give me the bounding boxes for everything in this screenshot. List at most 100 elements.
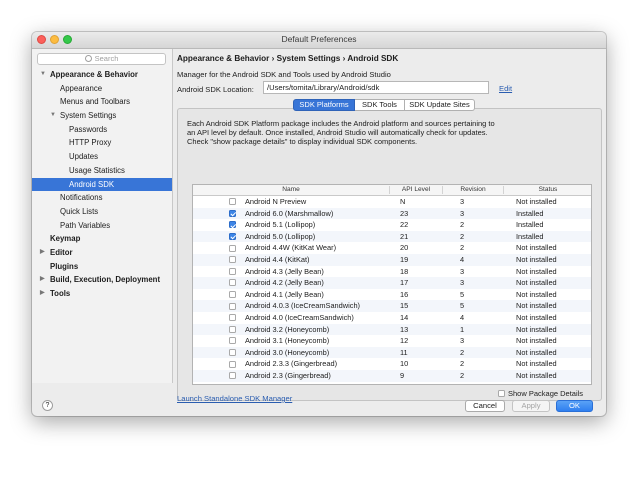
sidebar-item-plugins[interactable]: Plugins: [32, 260, 172, 274]
sidebar-item-passwords[interactable]: Passwords: [32, 123, 172, 137]
revision: 3: [460, 266, 465, 276]
tab-sdk-update-sites[interactable]: SDK Update Sites: [405, 99, 475, 111]
api-level: 12: [400, 336, 409, 346]
cancel-button[interactable]: Cancel: [465, 400, 505, 412]
table-row[interactable]: Android 3.0 (Honeycomb) 11 2 Not installed: [193, 346, 591, 359]
sidebar-item-appearance[interactable]: Appearance: [32, 82, 172, 96]
help-button[interactable]: ?: [42, 400, 53, 411]
sidebar-item-quick-lists[interactable]: Quick Lists: [32, 205, 172, 219]
sidebar-item-system-settings[interactable]: ▼ System Settings: [32, 109, 172, 123]
sidebar-item-keymap[interactable]: Keymap: [32, 232, 172, 246]
install-status: Not installed: [516, 312, 557, 322]
tab-sdk-tools[interactable]: SDK Tools: [355, 99, 405, 111]
header-api-level[interactable]: API Level: [390, 186, 442, 193]
sdk-platforms-panel: Each Android SDK Platform package includ…: [177, 108, 602, 401]
api-level: 15: [400, 301, 409, 311]
sdk-tabs: SDK Platforms SDK Tools SDK Update Sites: [293, 99, 475, 111]
platform-checkbox[interactable]: [229, 372, 236, 380]
platform-checkbox[interactable]: [229, 244, 236, 252]
tab-sdk-platforms[interactable]: SDK Platforms: [293, 99, 355, 111]
sidebar-item-label: System Settings: [60, 111, 117, 121]
collapse-triangle-icon[interactable]: ▶: [40, 273, 45, 287]
sdk-location-field[interactable]: /Users/tomita/Library/Android/sdk: [263, 81, 489, 94]
platform-checkbox[interactable]: [229, 198, 236, 206]
platform-checkbox[interactable]: [229, 233, 236, 241]
sidebar-item-updates[interactable]: Updates: [32, 150, 172, 164]
title-bar[interactable]: Default Preferences: [32, 32, 606, 49]
expand-triangle-icon[interactable]: ▼: [50, 109, 56, 123]
platform-checkbox[interactable]: [229, 221, 236, 229]
header-name[interactable]: Name: [193, 186, 389, 193]
platform-checkbox[interactable]: [229, 325, 236, 333]
platform-checkbox[interactable]: [229, 302, 236, 310]
table-row[interactable]: Android 4.0.3 (IceCreamSandwich) 15 5 Not i…: [193, 300, 591, 312]
platform-name: Android 3.2 (Honeycomb): [245, 324, 330, 334]
table-row[interactable]: Android 6.0 (Marshmallow) 23 3 Installed: [193, 207, 591, 220]
platform-name: Android 4.1 (Jelly Bean): [245, 289, 324, 299]
revision: 2: [460, 231, 465, 241]
edit-location-link[interactable]: Edit: [499, 84, 512, 93]
sidebar-item-label: Appearance & Behavior: [50, 70, 138, 79]
collapse-triangle-icon[interactable]: ▶: [40, 287, 45, 301]
sidebar-item-android-sdk[interactable]: Android SDK: [32, 177, 172, 192]
platform-checkbox[interactable]: [229, 209, 236, 217]
revision: 2: [460, 243, 465, 253]
platform-checkbox[interactable]: [229, 349, 236, 357]
apply-button[interactable]: Apply: [512, 400, 550, 412]
table-row[interactable]: Android 5.1 (Lollipop) 22 2 Installed: [193, 219, 591, 231]
api-level: 21: [400, 231, 409, 241]
sidebar-item-appearance-behavior[interactable]: ▼ Appearance & Behavior: [32, 68, 172, 82]
table-row[interactable]: Android 4.4W (KitKat Wear) 20 2 Not install…: [193, 242, 591, 254]
revision: 3: [460, 336, 465, 346]
platform-checkbox[interactable]: [229, 291, 236, 299]
sidebar-item-notifications[interactable]: Notifications: [32, 191, 172, 205]
install-status: Not installed: [516, 359, 557, 369]
platform-checkbox[interactable]: [229, 256, 236, 264]
sidebar-item-label: Tools: [50, 289, 71, 298]
sidebar-item-label: Notifications: [60, 193, 103, 203]
panel-text-line: Each Android SDK Platform package includ…: [187, 119, 495, 128]
table-row[interactable]: Android 4.0 (IceCreamSandwich) 14 4 Not ins…: [193, 312, 591, 324]
sidebar-item-path-variables[interactable]: Path Variables: [32, 219, 172, 233]
search-icon: [84, 55, 92, 62]
table-row[interactable]: Android 4.4 (KitKat) 19 4 Not installed: [193, 253, 591, 266]
sidebar-item-label: Appearance: [60, 83, 103, 93]
sidebar-item-label: Passwords: [69, 124, 108, 134]
table-row[interactable]: Android 3.1 (Honeycomb) 12 3 Not installed: [193, 335, 591, 347]
table-row[interactable]: Android 4.1 (Jelly Bean) 16 5 Not installed: [193, 289, 591, 301]
platform-checkbox[interactable]: [229, 337, 236, 345]
revision: 3: [460, 197, 465, 206]
platform-name: Android 4.2 (Jelly Bean): [245, 278, 324, 288]
collapse-triangle-icon[interactable]: ▶: [40, 246, 45, 260]
sidebar-item-menus-and-toolbars[interactable]: Menus and Toolbars: [32, 95, 172, 109]
sidebar-item-build-execution-deployment[interactable]: ▶ Build, Execution, Deployment: [32, 273, 172, 287]
sidebar-item-usage-statistics[interactable]: Usage Statistics: [32, 164, 172, 178]
api-level: 13: [400, 324, 409, 334]
sidebar-item-editor[interactable]: ▶ Editor: [32, 246, 172, 260]
table-row[interactable]: Android N Preview N 3 Not installed: [193, 196, 591, 208]
header-status[interactable]: Status: [504, 186, 591, 193]
header-revision[interactable]: Revision: [443, 186, 503, 193]
platform-checkbox[interactable]: [229, 314, 236, 322]
table-row[interactable]: Android 3.2 (Honeycomb) 13 1 Not installed: [193, 323, 591, 336]
platform-checkbox[interactable]: [229, 279, 236, 287]
preferences-window: Default Preferences Search ▼ Appearance &…: [32, 32, 606, 416]
revision: 3: [460, 278, 465, 288]
ok-button[interactable]: OK: [556, 400, 593, 412]
expand-triangle-icon[interactable]: ▼: [40, 68, 46, 82]
api-level: 16: [400, 289, 409, 299]
platform-name: Android 2.3.3 (Gingerbread): [245, 359, 338, 369]
table-row[interactable]: Android 5.0 (Lollipop) 21 2 Installed: [193, 230, 591, 243]
table-row[interactable]: Android 4.2 (Jelly Bean) 17 3 Not installed: [193, 277, 591, 289]
window-title: Default Preferences: [281, 34, 357, 44]
platform-checkbox[interactable]: [229, 360, 236, 368]
settings-tree: ▼ Appearance & Behavior Appearance Menus an…: [32, 68, 172, 301]
platform-checkbox[interactable]: [229, 267, 236, 275]
sidebar-item-http-proxy[interactable]: HTTP Proxy: [32, 136, 172, 150]
search-input[interactable]: Search: [37, 53, 166, 65]
api-level: 19: [400, 254, 409, 264]
table-row[interactable]: Android 4.3 (Jelly Bean) 18 3 Not installed: [193, 266, 591, 278]
table-row[interactable]: Android 2.3 (Gingerbread) 9 2 Not installed: [193, 369, 591, 382]
sidebar-item-tools[interactable]: ▶ Tools: [32, 287, 172, 301]
table-row[interactable]: Android 2.3.3 (Gingerbread) 10 2 Not instal…: [193, 358, 591, 370]
